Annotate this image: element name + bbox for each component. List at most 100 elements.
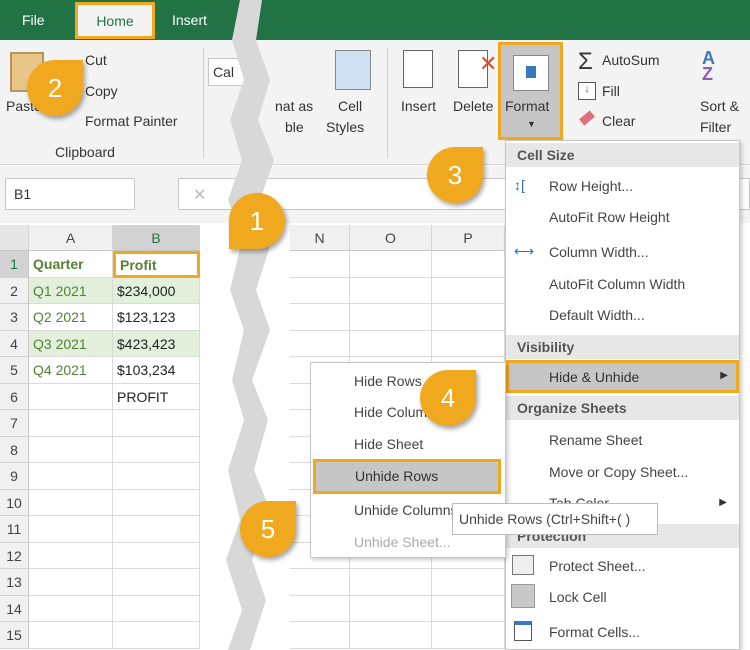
cell[interactable] [350, 304, 432, 331]
cell[interactable] [432, 277, 505, 304]
cell[interactable] [290, 595, 350, 622]
menu-autofit-row-height[interactable]: AutoFit Row Height [549, 209, 670, 225]
cell[interactable] [29, 436, 113, 463]
cell[interactable] [113, 569, 200, 596]
cell[interactable]: $123,123 [113, 304, 200, 331]
menu-hide-unhide[interactable]: Hide & Unhide ▶ [506, 360, 739, 393]
cell[interactable]: $103,234 [113, 357, 200, 384]
cell-styles-line1[interactable]: Cell [338, 98, 362, 114]
menu-default-width[interactable]: Default Width... [549, 307, 645, 323]
row-header[interactable]: 14 [0, 595, 29, 622]
format-button[interactable]: Format ▼ [498, 42, 563, 140]
cell[interactable] [29, 595, 113, 622]
cell[interactable] [432, 595, 505, 622]
column-header[interactable]: P [432, 225, 505, 251]
cancel-icon[interactable]: ✕ [193, 185, 206, 205]
cell[interactable] [113, 489, 200, 516]
cell[interactable] [29, 463, 113, 490]
cell[interactable] [290, 304, 350, 331]
cell[interactable] [432, 304, 505, 331]
cell[interactable] [350, 622, 432, 649]
tab-file[interactable]: File [22, 12, 45, 28]
cell[interactable]: $234,000 [113, 277, 200, 304]
cell[interactable] [290, 622, 350, 649]
sort-filter-line2[interactable]: Filter [700, 119, 731, 135]
menu-hide-rows[interactable]: Hide Rows [354, 373, 422, 389]
fill-button[interactable]: Fill [602, 83, 620, 99]
menu-rename-sheet[interactable]: Rename Sheet [549, 432, 642, 448]
row-header[interactable]: 13 [0, 569, 29, 596]
row-header[interactable]: 8 [0, 436, 29, 463]
cell[interactable] [432, 569, 505, 596]
cell[interactable] [432, 330, 505, 357]
column-header[interactable]: N [290, 225, 350, 251]
cut-button[interactable]: Cut [85, 52, 107, 68]
row-header[interactable]: 3 [0, 304, 29, 331]
cell[interactable] [113, 595, 200, 622]
cell[interactable] [29, 569, 113, 596]
tab-insert[interactable]: Insert [172, 12, 207, 28]
column-header[interactable]: B [113, 225, 200, 251]
row-header[interactable]: 12 [0, 542, 29, 569]
cell[interactable] [29, 383, 113, 410]
menu-column-width[interactable]: Column Width... [549, 244, 649, 260]
cell-styles-icon[interactable] [335, 50, 371, 90]
row-header[interactable]: 4 [0, 330, 29, 357]
cell[interactable] [29, 489, 113, 516]
cell[interactable] [113, 436, 200, 463]
cell[interactable] [290, 251, 350, 278]
cell[interactable] [350, 595, 432, 622]
cell[interactable] [290, 330, 350, 357]
menu-autofit-column-width[interactable]: AutoFit Column Width [549, 276, 685, 292]
row-header[interactable]: 11 [0, 516, 29, 543]
cell[interactable]: Q3 2021 [29, 330, 113, 357]
menu-format-cells[interactable]: Format Cells... [549, 624, 640, 640]
cell[interactable] [350, 330, 432, 357]
cell[interactable] [113, 622, 200, 649]
row-header[interactable]: 10 [0, 489, 29, 516]
delete-button[interactable]: Delete [453, 98, 493, 114]
cell[interactable] [290, 569, 350, 596]
cell[interactable] [29, 410, 113, 437]
cell[interactable]: Q2 2021 [29, 304, 113, 331]
cell[interactable]: Q1 2021 [29, 277, 113, 304]
row-header[interactable]: 7 [0, 410, 29, 437]
copy-button[interactable]: Copy [85, 83, 118, 99]
cell[interactable]: Q4 2021 [29, 357, 113, 384]
menu-protect-sheet[interactable]: Protect Sheet... [549, 558, 646, 574]
cell[interactable] [432, 622, 505, 649]
tab-home[interactable]: Home [75, 2, 155, 39]
delete-cells-icon[interactable]: ✕ [458, 50, 497, 88]
name-box[interactable]: B1 [5, 178, 135, 210]
autosum-button[interactable]: AutoSum [602, 52, 660, 68]
menu-hide-sheet[interactable]: Hide Sheet [354, 436, 423, 452]
insert-cells-icon[interactable] [403, 50, 433, 88]
menu-lock-cell[interactable]: Lock Cell [549, 589, 607, 605]
cell[interactable] [290, 277, 350, 304]
row-header[interactable]: 5 [0, 357, 29, 384]
row-header[interactable]: 6 [0, 383, 29, 410]
cell[interactable] [29, 542, 113, 569]
cell[interactable] [113, 516, 200, 543]
menu-unhide-rows[interactable]: Unhide Rows [313, 459, 501, 494]
cell[interactable] [29, 516, 113, 543]
cell[interactable]: PROFIT [113, 383, 200, 410]
cell[interactable] [113, 410, 200, 437]
row-header[interactable]: 2 [0, 277, 29, 304]
cell[interactable] [350, 277, 432, 304]
row-header[interactable]: 1 [0, 251, 29, 278]
cell[interactable]: Profit [113, 251, 200, 278]
cell[interactable]: $423,423 [113, 330, 200, 357]
cell[interactable] [350, 569, 432, 596]
cell[interactable] [113, 542, 200, 569]
menu-row-height[interactable]: Row Height... [549, 178, 633, 194]
column-header[interactable]: O [350, 225, 432, 251]
cell[interactable] [350, 251, 432, 278]
menu-unhide-columns[interactable]: Unhide Columns [354, 502, 458, 518]
menu-move-copy-sheet[interactable]: Move or Copy Sheet... [549, 464, 688, 480]
row-header[interactable]: 15 [0, 622, 29, 649]
cell[interactable] [113, 463, 200, 490]
cell[interactable] [432, 251, 505, 278]
cell-styles-line2[interactable]: Styles [326, 119, 364, 135]
insert-button[interactable]: Insert [401, 98, 436, 114]
